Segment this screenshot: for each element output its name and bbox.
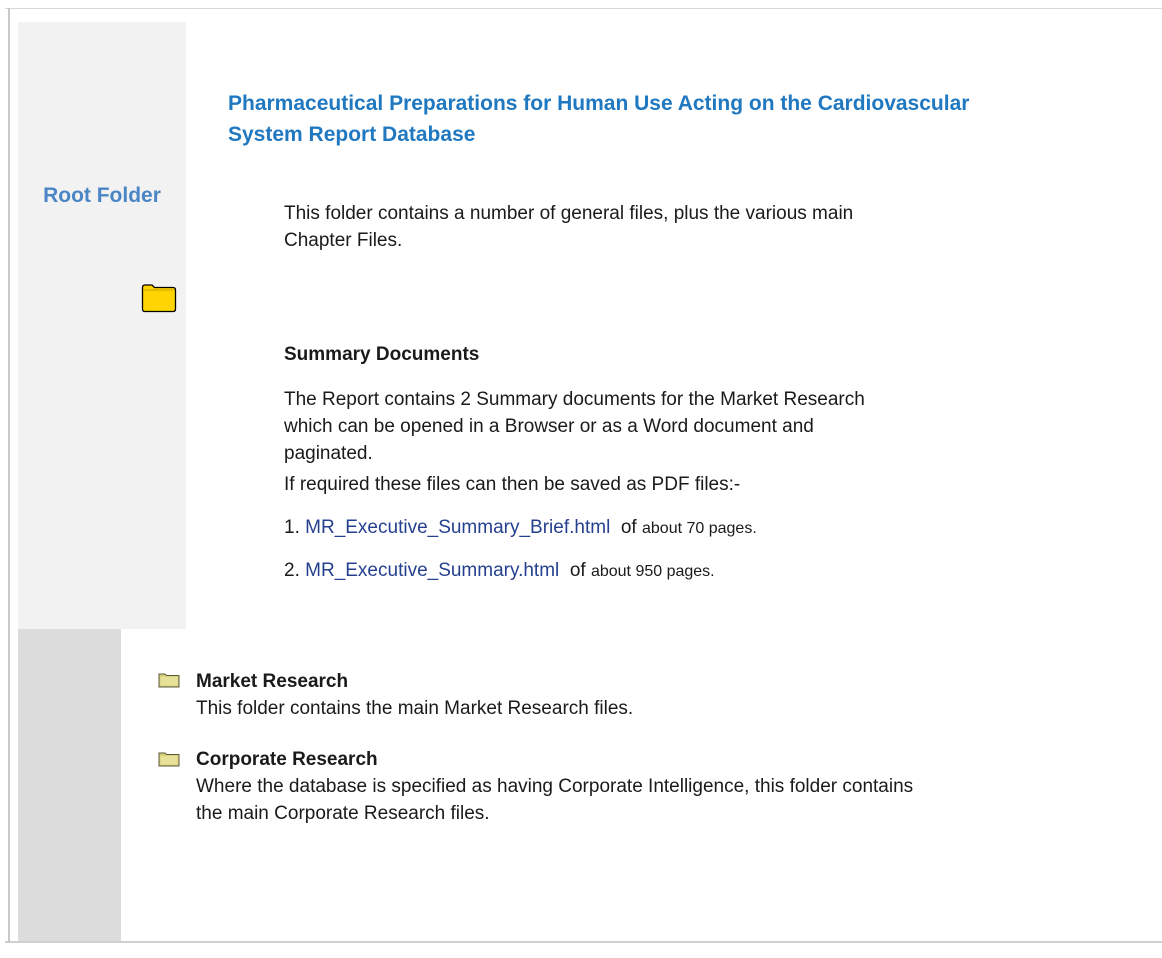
intro-text: This folder contains a number of general… — [284, 203, 854, 251]
frame-left-border — [8, 8, 10, 942]
market-research-folder-icon[interactable] — [158, 672, 180, 688]
market-research-folder-name[interactable]: Market Research — [196, 668, 348, 695]
of-text: of — [569, 560, 586, 581]
page-count-text: about 70 pages. — [642, 520, 757, 537]
frame-bottom-border — [5, 941, 1162, 943]
sidebar-panel-top — [18, 22, 186, 629]
corporate-research-description: Where the database is specified as havin… — [196, 776, 914, 824]
file-number: 2. — [284, 560, 300, 581]
root-folder-label: Root Folder — [43, 184, 161, 207]
file-number: 1. — [284, 517, 300, 538]
frame-top-border — [5, 8, 1162, 9]
root-folder-icon — [141, 284, 177, 313]
corporate-research-folder-name[interactable]: Corporate Research — [196, 746, 378, 773]
pdf-note: If required these files can then be save… — [284, 474, 741, 495]
executive-summary-link[interactable]: MR_Executive_Summary.html — [305, 560, 559, 581]
file-list-item: 2. MR_Executive_Summary.html of about 95… — [284, 557, 715, 585]
corporate-research-folder-icon[interactable] — [158, 751, 180, 767]
of-text: of — [620, 517, 637, 538]
market-research-description: This folder contains the main Market Res… — [196, 698, 634, 719]
summary-text: The Report contains 2 Summary documents … — [284, 389, 865, 464]
executive-summary-brief-link[interactable]: MR_Executive_Summary_Brief.html — [305, 517, 610, 538]
summary-heading: Summary Documents — [284, 344, 480, 365]
sidebar-panel-bottom — [18, 629, 121, 941]
file-list-item: 1. MR_Executive_Summary_Brief.html of ab… — [284, 514, 757, 542]
page-title: Pharmaceutical Preparations for Human Us… — [228, 92, 970, 146]
page-count-text: about 950 pages. — [590, 563, 715, 580]
